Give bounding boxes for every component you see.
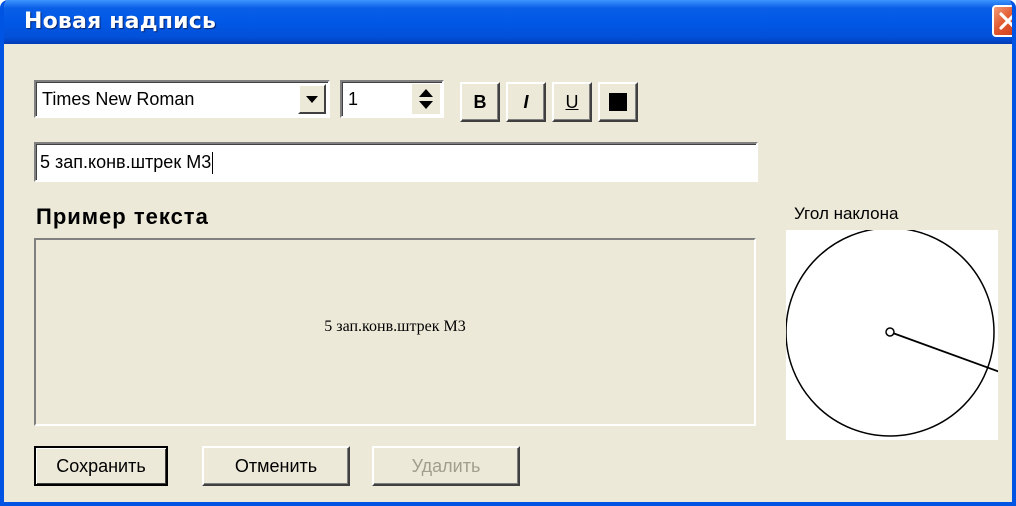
font-size-input[interactable]: 1 [340,80,444,118]
font-size-value: 1 [348,89,359,109]
font-size-spinner[interactable] [412,84,440,114]
delete-button: Удалить [372,446,520,486]
bold-button[interactable]: B [460,82,500,122]
preview-sample-text: 5 зап.конв.штрек М3 [324,318,466,335]
angle-dial-graphic [786,230,998,437]
preview-heading: Пример текста [36,204,209,229]
cancel-button[interactable]: Отменить [202,446,350,486]
text-caret [212,152,214,175]
window-title: Новая надпись [24,9,217,34]
angle-pointer [889,331,998,373]
save-button[interactable]: Сохранить [34,446,168,486]
font-family-value: Times New Roman [42,89,195,109]
spinner-icon [419,89,433,109]
font-dropdown-button[interactable] [298,84,326,114]
chevron-down-icon [306,96,318,103]
caption-text-value: 5 зап.конв.штрек М3 [40,152,214,175]
preview-box: 5 зап.конв.штрек М3 [34,238,756,426]
close-icon [999,12,1012,30]
italic-button[interactable]: I [506,82,546,122]
title-bar: Новая надпись [4,0,1012,44]
angle-label: Угол наклона [794,204,899,223]
dialog-window: Новая надпись Times New Roman 1 B I U 5 … [0,0,1016,506]
text-color-button[interactable] [598,82,638,122]
font-family-select[interactable]: Times New Roman [34,80,330,118]
caption-text-input[interactable]: 5 зап.конв.штрек М3 [34,142,758,182]
close-button[interactable] [992,5,1012,37]
underline-button[interactable]: U [552,82,592,122]
angle-center-handle[interactable] [885,327,895,337]
angle-dial[interactable] [786,230,998,440]
color-swatch-icon [609,93,627,111]
